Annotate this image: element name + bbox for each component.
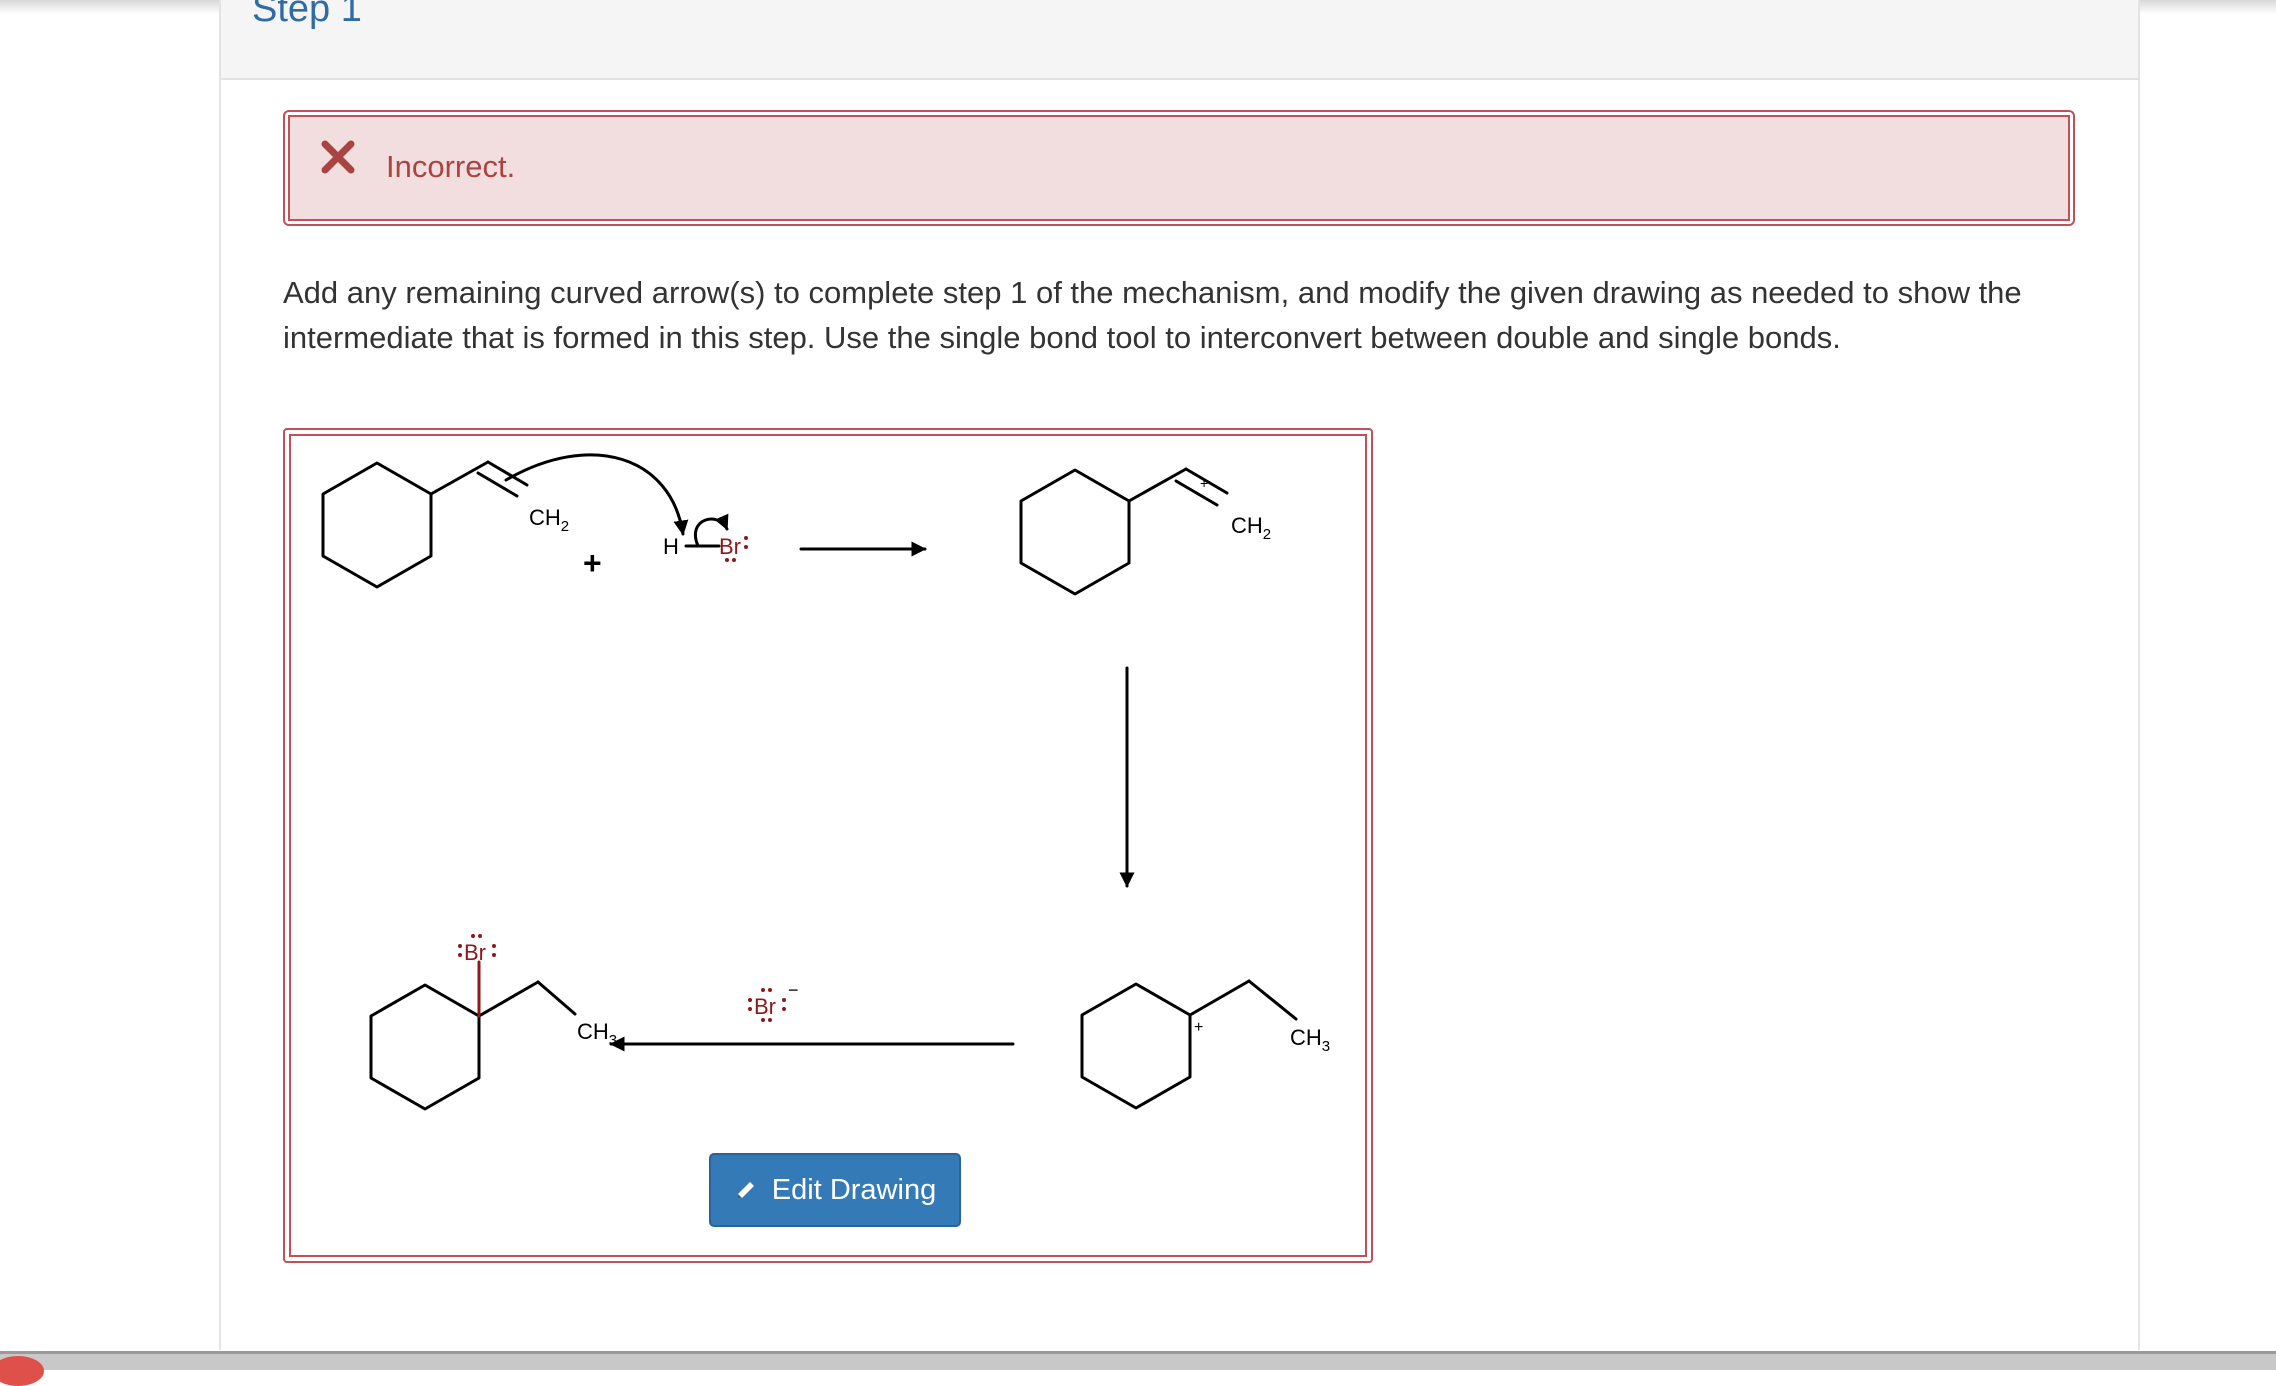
cyclohexane-ring-carbocation [1080,982,1192,1110]
label-ch2-intermediate: CH2 [1231,513,1271,543]
label-bromide-ion: Br [754,994,776,1019]
label-h: H [663,534,679,559]
label-ch3-carbocation: CH3 [1290,1025,1330,1055]
bromide-charge: − [788,980,799,1000]
label-br-reactant: Br [719,534,741,559]
question-instructions: Add any remaining curved arrow(s) to com… [283,275,2022,355]
cyclohexane-ring-intermediate [1019,468,1131,596]
label-ch2-reactant: CH2 [529,505,569,535]
label-br-product: Br [464,940,486,965]
cyclohexane-ring-product [369,983,481,1111]
step-header[interactable]: Step 1 [221,0,2138,80]
step-title: Step 1 [252,0,362,30]
step-panel: Step 1 Incorrect. Add any remaining curv… [219,0,2140,1350]
feedback-message: Incorrect. [386,149,516,184]
charge-plus-intermediate: + [1200,475,1208,491]
x-mark-icon [321,140,355,174]
feedback-alert: Incorrect. [283,110,2075,226]
edit-drawing-button[interactable]: Edit Drawing [709,1153,961,1227]
cyclohexane-ring-reactant [321,461,433,589]
bottom-bar [0,1351,2276,1370]
mechanism-drawing[interactable]: CH2 + H Br CH2 + + CH3 Br − CH3 Br Edit … [283,428,1373,1263]
mechanism-canvas: CH2 + H Br CH2 + + CH3 Br − CH3 Br [321,453,1330,1111]
edit-drawing-label: Edit Drawing [771,1173,937,1206]
charge-plus-carbocation: + [1194,1019,1203,1036]
lone-pairs [458,536,786,1022]
plus-sign: + [583,545,602,581]
pencil-icon [736,1182,754,1199]
corner-indicator [0,1356,44,1386]
label-ch3-product: CH3 [577,1019,617,1049]
